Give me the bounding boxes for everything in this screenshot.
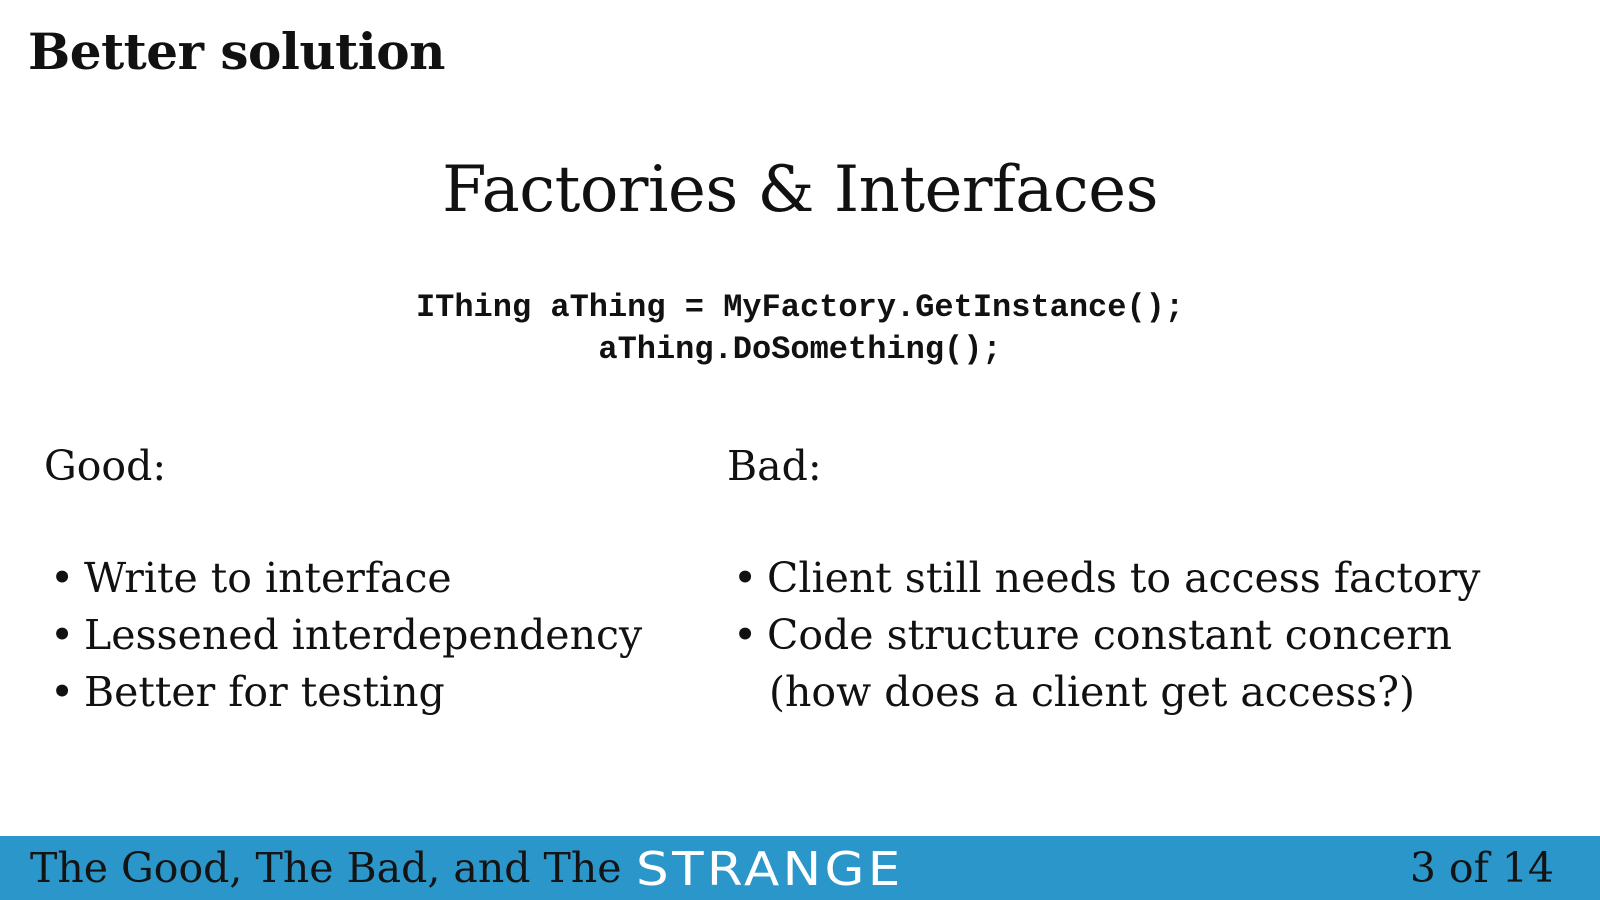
slide-title: Factories & Interfaces: [442, 153, 1158, 227]
slide-heading: Better solution: [28, 22, 445, 81]
list-item-text: Better for testing: [84, 668, 445, 716]
bullet-icon: •: [50, 668, 75, 716]
list-item: • Client still needs to access factory: [727, 550, 1587, 607]
list-item: • Better for testing: [44, 664, 684, 721]
list-item-continuation: (how does a client get access?): [769, 668, 1416, 716]
good-heading: Good:: [44, 442, 167, 490]
code-line: aThing.DoSomething();: [598, 331, 1002, 368]
list-item-text: Write to interface: [84, 554, 452, 602]
list-item: • Write to interface: [44, 550, 684, 607]
bullet-icon: •: [50, 554, 75, 602]
bullet-icon: •: [50, 611, 75, 659]
bad-column: Bad: • Client still needs to access fact…: [727, 438, 1587, 721]
footer-title: The Good, The Bad, and The: [30, 844, 622, 892]
code-line: IThing aThing = MyFactory.GetInstance();: [415, 289, 1185, 326]
good-column: Good: • Write to interface • Lessened in…: [44, 438, 684, 721]
good-list: • Write to interface • Lessened interdep…: [44, 550, 684, 721]
list-item: • Lessened interdependency: [44, 607, 684, 664]
list-item-text: Lessened interdependency: [84, 611, 643, 659]
bad-list: • Client still needs to access factory •…: [727, 550, 1587, 721]
bullet-icon: •: [733, 554, 758, 602]
page-number: 3 of 14: [1409, 844, 1554, 892]
footer-bar: The Good, The Bad, and The STRANGE 3 of …: [0, 836, 1600, 900]
strange-logo: STRANGE: [636, 842, 904, 896]
list-item-text: Code structure constant concern: [767, 611, 1453, 659]
list-item-text: Client still needs to access factory: [767, 554, 1481, 602]
bullet-icon: •: [733, 611, 758, 659]
list-item: • Code structure constant concern (how d…: [727, 607, 1587, 721]
bad-heading: Bad:: [727, 442, 822, 490]
code-snippet: IThing aThing = MyFactory.GetInstance();…: [0, 287, 1600, 371]
